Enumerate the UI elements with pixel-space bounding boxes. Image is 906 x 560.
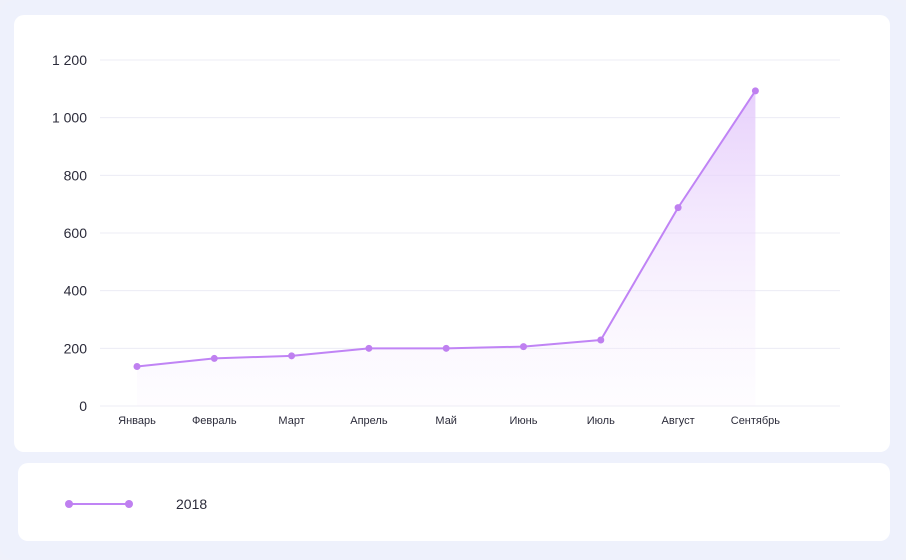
y-tick-label: 200 — [64, 340, 88, 356]
x-tick-label: Март — [278, 415, 304, 427]
legend-swatch-dot-right — [125, 500, 133, 508]
chart-card: 0 200 400 600 800 1 000 1 200 Январь Февраль Мар… — [14, 15, 890, 452]
x-tick-label: Май — [435, 415, 457, 427]
y-tick-label: 800 — [64, 167, 88, 183]
y-tick-label: 400 — [64, 283, 88, 299]
data-point[interactable] — [674, 204, 682, 212]
x-tick-label: Январь — [118, 415, 156, 427]
x-tick-label: Август — [662, 415, 695, 427]
data-point[interactable] — [520, 343, 527, 351]
data-point[interactable] — [442, 344, 450, 352]
y-tick-label: 600 — [64, 225, 88, 241]
data-point[interactable] — [751, 87, 759, 95]
data-point[interactable] — [210, 354, 218, 362]
legend-swatch-dot-left — [65, 500, 73, 508]
line-chart: 0 200 400 600 800 1 000 1 200 Январь Февраль Мар… — [52, 52, 840, 427]
data-point[interactable] — [597, 336, 605, 344]
legend-label-2018[interactable]: 2018 — [176, 496, 207, 512]
data-point[interactable] — [365, 344, 373, 352]
data-point[interactable] — [133, 362, 141, 370]
x-tick-label: Июль — [587, 415, 615, 427]
y-tick-label: 1 200 — [52, 52, 87, 68]
x-tick-label: Сентябрь — [731, 415, 781, 427]
y-tick-label: 0 — [79, 398, 87, 414]
legend: 2018 — [18, 463, 890, 541]
x-tick-label: Июнь — [510, 415, 538, 427]
x-tick-label: Февраль — [192, 415, 237, 427]
x-tick-label: Апрель — [350, 415, 388, 427]
data-point[interactable] — [288, 352, 296, 360]
legend-swatch-2018[interactable] — [64, 499, 134, 509]
y-tick-label: 1 000 — [52, 110, 87, 126]
chart-widget: 0 200 400 600 800 1 000 1 200 Январь Февраль Мар… — [0, 0, 906, 560]
